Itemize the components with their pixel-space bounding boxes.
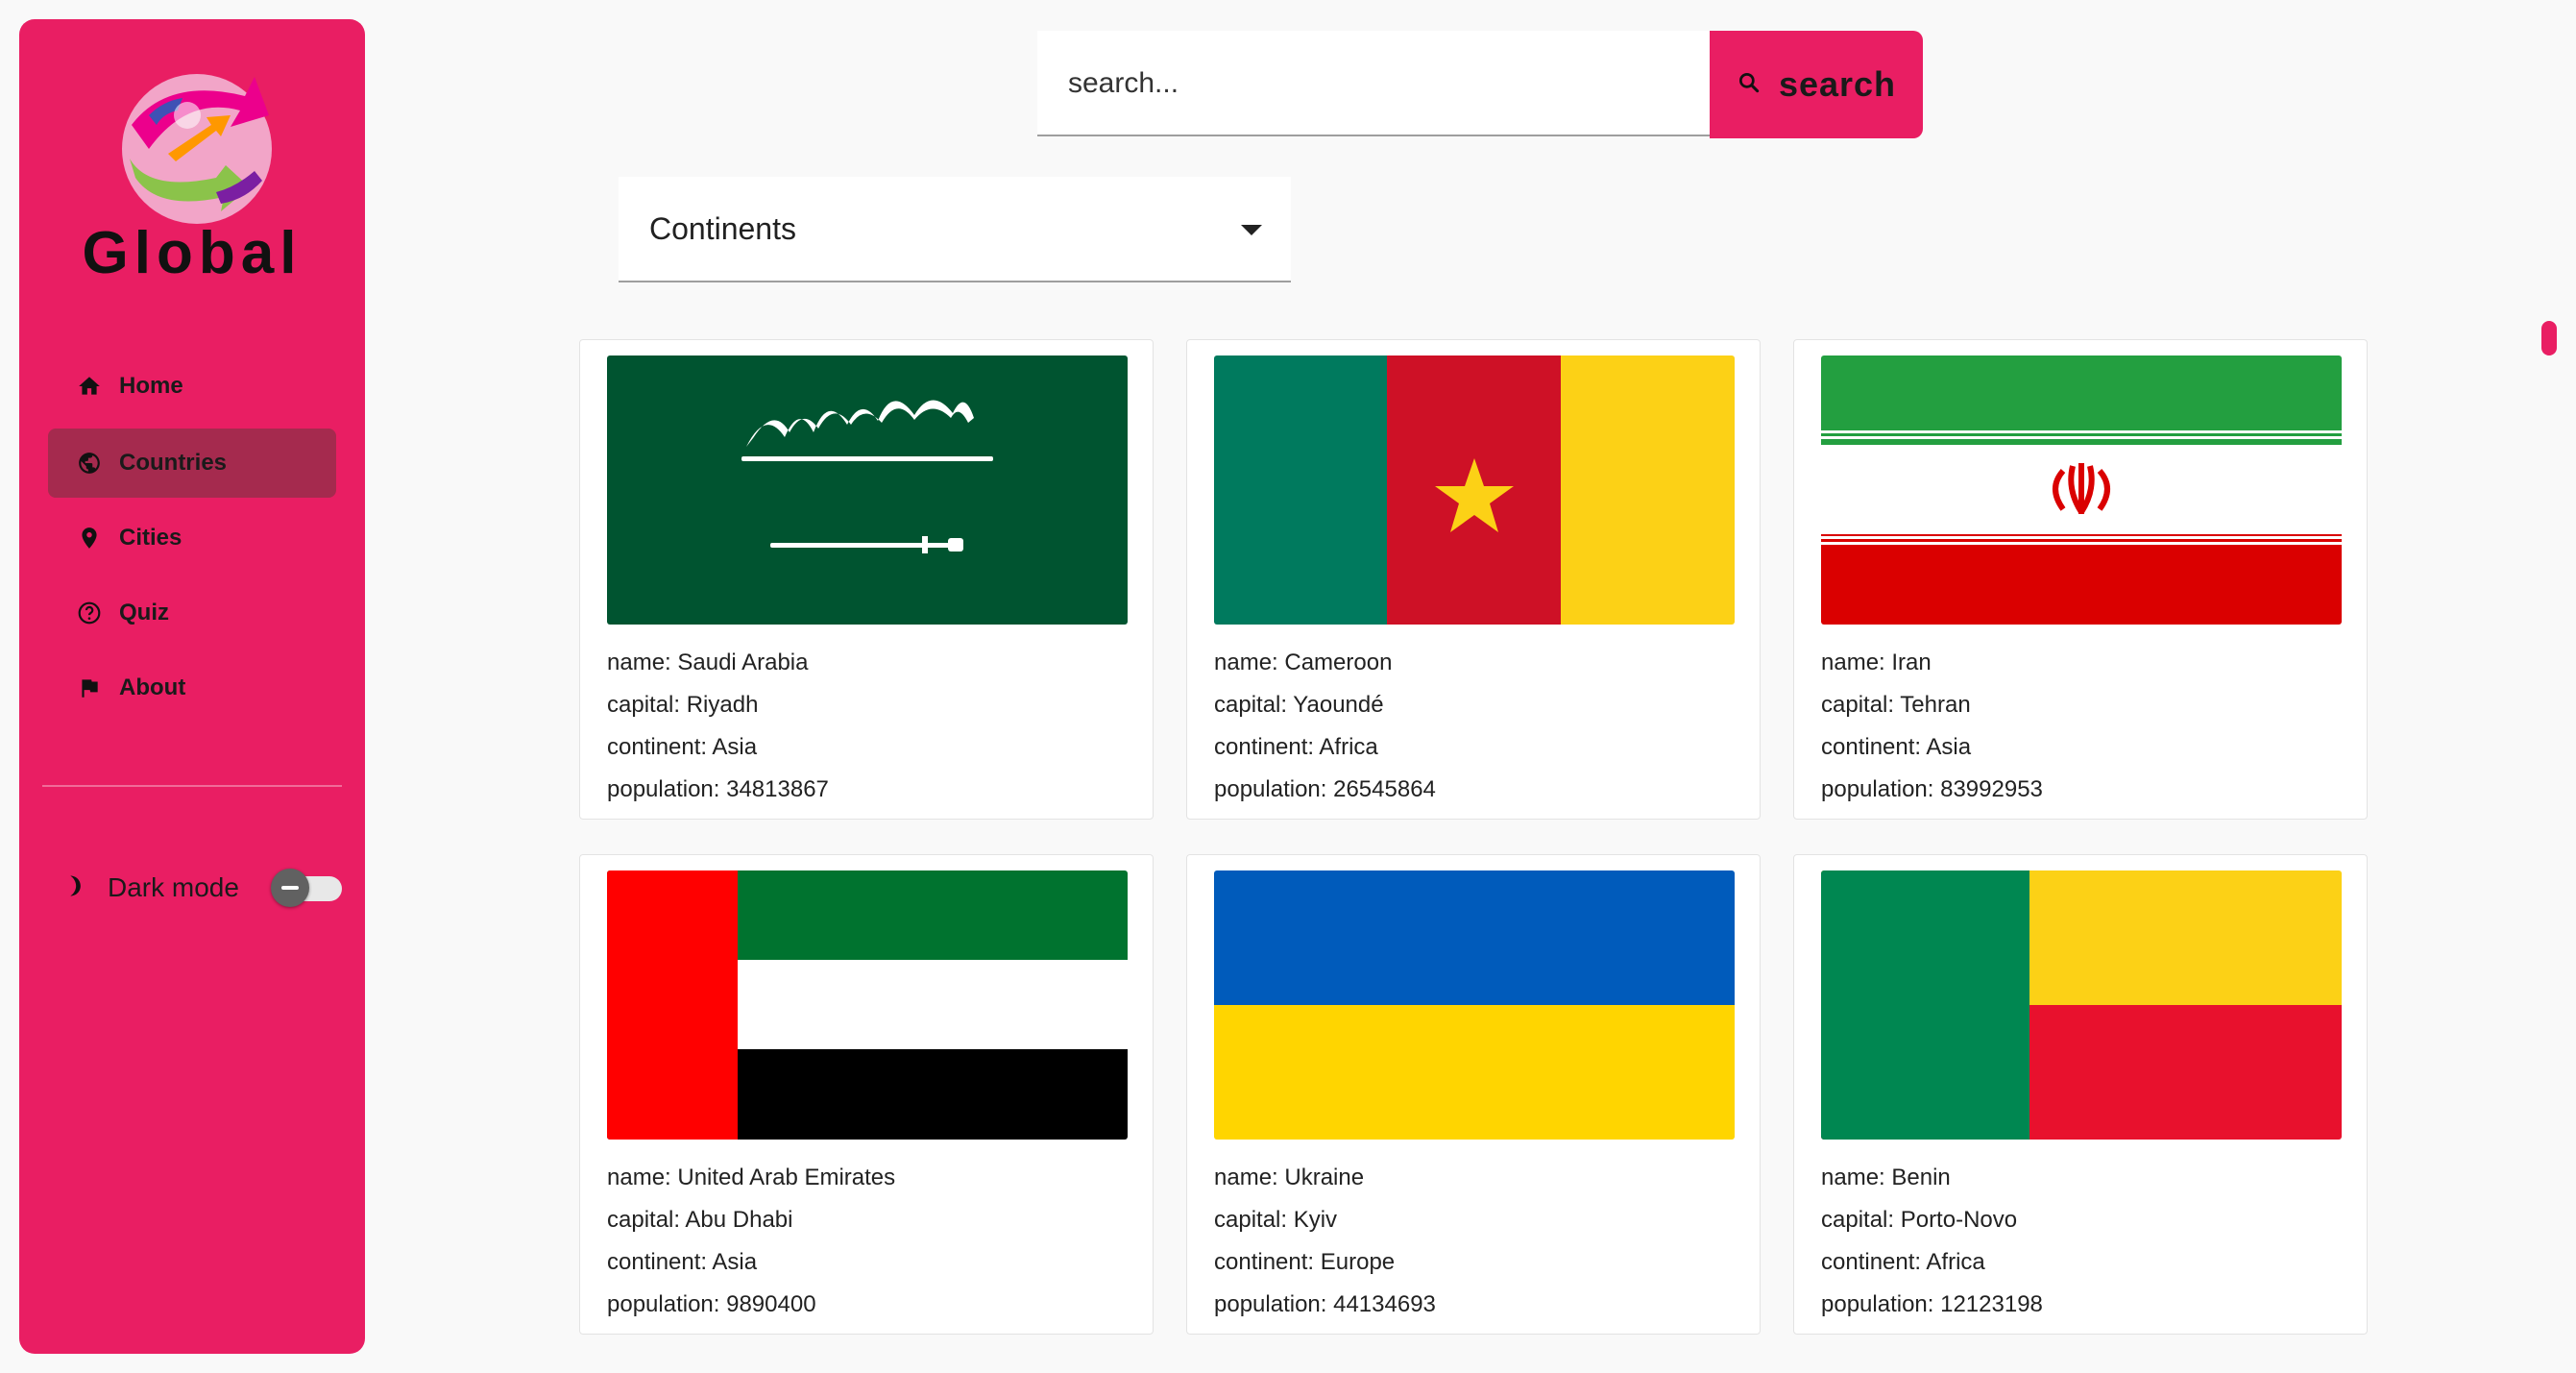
country-continent: continent: Asia	[607, 734, 758, 760]
country-continent: continent: Asia	[1821, 734, 1972, 760]
country-population: population: 26545864	[1214, 776, 1436, 802]
country-info: name: United Arab Emirates capital: Abu …	[607, 1157, 895, 1326]
country-continent: continent: Europe	[1214, 1249, 1396, 1275]
dark-mode-label: Dark mode	[108, 872, 239, 902]
country-card[interactable]: name: United Arab Emirates capital: Abu …	[579, 854, 1154, 1335]
nav-label-countries: Countries	[119, 450, 228, 476]
country-card[interactable]: name: Saudi Arabia capital: Riyadh conti…	[579, 339, 1154, 820]
question-circle-icon	[75, 599, 104, 627]
flag-icon	[75, 674, 104, 702]
search-icon	[1737, 70, 1762, 100]
scrollbar-thumb[interactable]	[2541, 321, 2557, 356]
nav-item-home[interactable]: Home	[48, 352, 336, 421]
continent-select-value: Continents	[649, 211, 796, 246]
country-name: name: Ukraine	[1214, 1165, 1365, 1190]
country-name: name: Iran	[1821, 650, 1932, 675]
search-field	[1037, 31, 1742, 136]
country-capital: capital: Tehran	[1821, 692, 1971, 718]
nav-label-about: About	[119, 674, 186, 700]
sidebar-divider	[42, 785, 342, 787]
flag-benin	[1821, 870, 2342, 1140]
country-card[interactable]: name: Benin capital: Porto-Novo continen…	[1793, 854, 2368, 1335]
country-capital: capital: Porto-Novo	[1821, 1207, 2018, 1233]
country-capital: capital: Kyiv	[1214, 1207, 1338, 1233]
dark-mode-row: Dark mode	[61, 867, 239, 909]
half-moon-icon	[61, 872, 88, 904]
country-name: name: United Arab Emirates	[607, 1165, 896, 1190]
country-continent: continent: Africa	[1214, 734, 1378, 760]
nav-item-cities[interactable]: Cities	[48, 503, 336, 573]
country-card[interactable]: name: Cameroon capital: Yaoundé continen…	[1186, 339, 1761, 820]
country-population: population: 44134693	[1214, 1291, 1436, 1317]
sidebar: Global Home Countries Cities Quiz About	[19, 19, 365, 1354]
country-info: name: Ukraine capital: Kyiv continent: E…	[1214, 1157, 1436, 1326]
country-continent: continent: Asia	[607, 1249, 758, 1275]
flag-iran	[1821, 356, 2342, 625]
nav-label-quiz: Quiz	[119, 600, 169, 625]
country-population: population: 34813867	[607, 776, 829, 802]
app-logo	[110, 58, 283, 231]
country-capital: capital: Abu Dhabi	[607, 1207, 793, 1233]
nav-label-home: Home	[119, 373, 183, 399]
nav-item-countries[interactable]: Countries	[48, 429, 336, 498]
country-card[interactable]: name: Ukraine capital: Kyiv continent: E…	[1186, 854, 1761, 1335]
country-population: population: 9890400	[607, 1291, 816, 1317]
search-button-label: search	[1778, 64, 1897, 104]
continent-select[interactable]: Continents	[619, 177, 1291, 282]
country-capital: capital: Yaoundé	[1214, 692, 1384, 718]
map-pin-icon	[75, 524, 104, 552]
brand-title: Global	[82, 220, 303, 286]
nav-label-cities: Cities	[119, 525, 182, 551]
country-population: population: 83992953	[1821, 776, 2043, 802]
country-capital: capital: Riyadh	[607, 692, 759, 718]
flag-united-arab-emirates	[607, 870, 1128, 1140]
toggle-knob	[271, 869, 309, 907]
flag-ukraine	[1214, 870, 1735, 1140]
nav-item-about[interactable]: About	[48, 653, 336, 723]
country-info: name: Saudi Arabia capital: Riyadh conti…	[607, 642, 829, 811]
country-card[interactable]: name: Iran capital: Tehran continent: As…	[1793, 339, 2368, 820]
search-input[interactable]	[1037, 31, 1742, 136]
flag-saudi-arabia	[607, 356, 1128, 625]
nav-item-quiz[interactable]: Quiz	[48, 578, 336, 648]
home-icon	[75, 372, 104, 401]
country-name: name: Cameroon	[1214, 650, 1393, 675]
country-info: name: Iran capital: Tehran continent: As…	[1821, 642, 2043, 811]
country-population: population: 12123198	[1821, 1291, 2043, 1317]
caret-down-icon	[1241, 225, 1262, 235]
country-name: name: Benin	[1821, 1165, 1951, 1190]
globe-icon	[75, 449, 104, 478]
country-info: name: Cameroon capital: Yaoundé continen…	[1214, 642, 1436, 811]
country-continent: continent: Africa	[1821, 1249, 1985, 1275]
country-info: name: Benin capital: Porto-Novo continen…	[1821, 1157, 2043, 1326]
search-button[interactable]: search	[1710, 31, 1923, 138]
flag-cameroon	[1214, 356, 1735, 625]
dark-mode-toggle[interactable]	[271, 869, 344, 907]
country-name: name: Saudi Arabia	[607, 650, 809, 675]
